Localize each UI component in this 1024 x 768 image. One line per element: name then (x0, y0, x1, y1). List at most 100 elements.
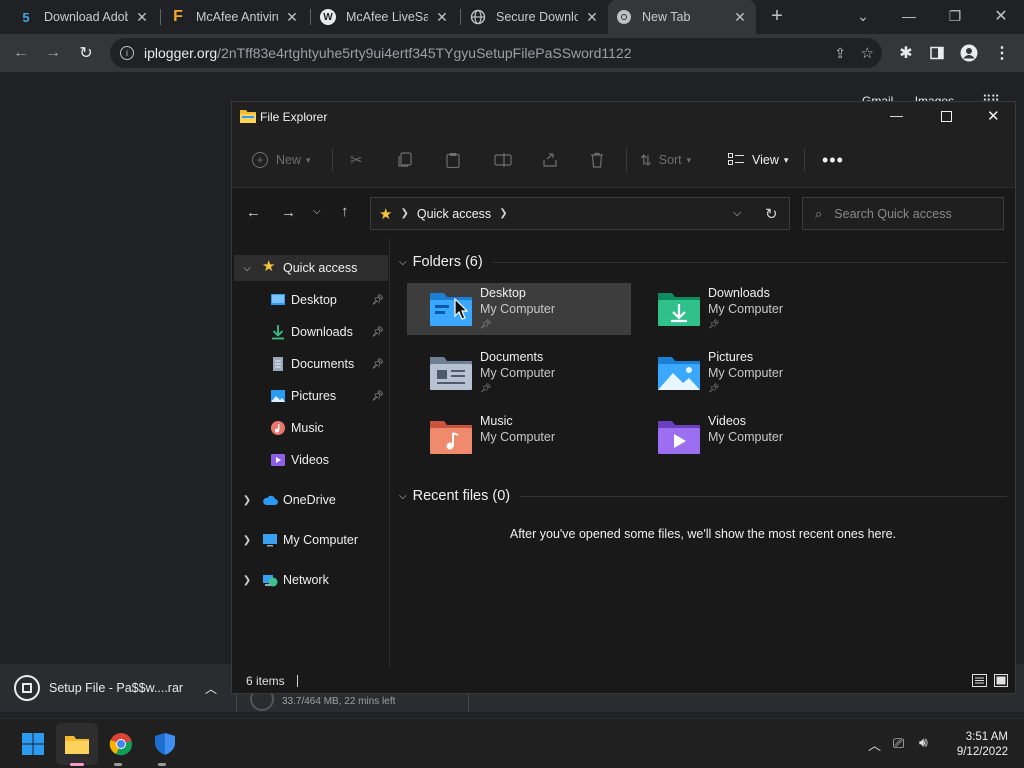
close-icon[interactable]: ✕ (134, 9, 150, 26)
desktop-icon (271, 294, 285, 305)
up-arrow-icon[interactable]: ↑ (341, 203, 349, 220)
download-arrow-icon (272, 325, 284, 340)
windows-security-shield-icon[interactable] (150, 729, 180, 759)
nav-item-quick-access[interactable]: ⌵ ★ Quick access (234, 255, 388, 281)
tab-mcafee-antivirus[interactable]: F McAfee Antiviru ✕ (162, 0, 308, 34)
new-label: New (276, 153, 302, 167)
bookmark-star-icon[interactable]: ☆ (861, 44, 874, 62)
chevron-up-icon[interactable]: ︿ (205, 680, 217, 697)
tab-label: McAfee LiveSafe (346, 10, 428, 24)
maximize-button[interactable] (941, 111, 952, 122)
view-button[interactable]: View ▾ (728, 148, 788, 172)
sort-button[interactable]: ⇅ Sort ▾ (640, 148, 691, 172)
share-icon[interactable] (542, 148, 558, 172)
more-options-icon[interactable]: ••• (822, 148, 844, 172)
search-input[interactable]: ⌕ Search Quick access (802, 197, 1004, 230)
forward-button[interactable]: → (40, 40, 66, 66)
share-icon[interactable]: ⇪ (834, 45, 846, 62)
sort-arrows-icon: ⇅ (640, 151, 652, 168)
folder-tile-videos[interactable]: Videos My Computer (635, 411, 859, 463)
browser-toolbar: ← → ↻ i iplogger.org /2nTff83e4rtghtyuhe… (0, 34, 1024, 72)
show-hidden-icons-chevron-icon[interactable]: ︿ (868, 735, 881, 754)
nav-item-desktop[interactable]: Desktop 📌︎ (234, 287, 388, 313)
chrome-menu-icon[interactable]: ⋮ (989, 40, 1015, 66)
nav-item-downloads[interactable]: Downloads 📌︎ (234, 319, 388, 345)
minimize-button[interactable]: — (890, 108, 903, 123)
tab-new-tab[interactable]: New Tab ✕ (608, 0, 756, 34)
nav-item-my-computer[interactable]: ❯ My Computer (234, 527, 388, 553)
download-item[interactable]: Setup File - Pa$$w....rar ︿ (0, 664, 230, 712)
recent-locations-chevron-icon[interactable]: ⌵ (313, 206, 321, 217)
info-icon[interactable]: i (120, 46, 134, 60)
tiles-view-icon[interactable] (994, 674, 1008, 690)
volume-icon[interactable]: 🔊︎ (919, 734, 928, 751)
recent-files-section-header[interactable]: ⌵ Recent files (0) (399, 486, 1007, 506)
tab-label: Secure Downloa (496, 10, 578, 24)
folder-name: Desktop (480, 286, 526, 300)
close-icon[interactable]: ✕ (284, 9, 300, 26)
folder-name: Videos (708, 414, 746, 428)
folder-tile-pictures[interactable]: Pictures My Computer 📌︎ (635, 347, 859, 399)
nav-item-documents[interactable]: Documents 📌︎ (234, 351, 388, 377)
file-explorer-taskbar-icon[interactable] (62, 729, 92, 759)
folder-tile-documents[interactable]: Documents My Computer 📌︎ (407, 347, 631, 399)
tab-search-chevron-icon[interactable]: ⌄ (840, 0, 886, 32)
section-divider (520, 495, 1007, 497)
details-view-icon[interactable] (972, 674, 987, 690)
network-icon[interactable]: ⎚ (893, 735, 904, 752)
browser-tab-strip: 5 Download Adob ✕ F McAfee Antiviru ✕ W … (0, 0, 1024, 34)
tab-secure-download[interactable]: Secure Downloa ✕ (462, 0, 608, 34)
folder-name: Documents (480, 350, 544, 364)
nav-item-pictures[interactable]: Pictures 📌︎ (234, 383, 388, 409)
tab-mcafee-livesafe[interactable]: W McAfee LiveSafe ✕ (312, 0, 458, 34)
address-bar[interactable]: i iplogger.org /2nTff83e4rtghtyuhe5rty9u… (110, 38, 882, 68)
documents-folder-icon (430, 357, 472, 390)
side-panel-icon[interactable] (924, 40, 950, 66)
reload-button[interactable]: ↻ (73, 40, 99, 66)
minimize-button[interactable]: — (886, 0, 932, 32)
chevron-right-icon[interactable]: ❯ (240, 575, 254, 586)
breadcrumb-quick-access[interactable]: Quick access (417, 207, 491, 221)
folders-section-header[interactable]: ⌵ Folders (6) (399, 252, 1007, 272)
close-icon[interactable]: ✕ (434, 9, 450, 26)
restore-button[interactable]: ❐ (932, 0, 978, 32)
close-window-button[interactable]: ✕ (978, 0, 1024, 32)
close-icon[interactable]: ✕ (732, 9, 748, 26)
folder-location: My Computer (480, 366, 556, 380)
copy-icon[interactable] (398, 148, 412, 172)
chevron-right-icon[interactable]: ❯ (240, 495, 254, 506)
chevron-down-icon: ⌵ (399, 256, 407, 268)
close-window-button[interactable]: ✕ (987, 107, 1000, 125)
back-arrow-icon[interactable]: ← (246, 204, 261, 221)
refresh-icon[interactable]: ↻ (765, 205, 778, 223)
nav-item-onedrive[interactable]: ❯ OneDrive (234, 487, 388, 513)
nav-label: Quick access (283, 261, 358, 275)
chevron-down-icon[interactable]: ⌵ (240, 263, 254, 274)
folder-tile-downloads[interactable]: Downloads My Computer 📌︎ (635, 283, 859, 335)
cut-scissors-icon[interactable]: ✂ (350, 148, 363, 172)
nav-item-videos[interactable]: Videos (234, 447, 388, 473)
chrome-taskbar-icon[interactable] (106, 729, 136, 759)
back-button[interactable]: ← (8, 40, 34, 66)
close-icon[interactable]: ✕ (584, 9, 600, 26)
pin-icon: 📌︎ (480, 319, 492, 329)
new-button[interactable]: + New ▾ (252, 148, 311, 172)
chevron-right-icon[interactable]: ❯ (240, 535, 254, 546)
paste-icon[interactable] (446, 148, 460, 172)
folder-tile-desktop[interactable]: Desktop My Computer 📌︎ (407, 283, 631, 335)
explorer-title-bar[interactable]: File Explorer — ✕ (232, 102, 1015, 132)
explorer-address-bar[interactable]: ★ ❯ Quick access ❯ ⌵ ↻ (370, 197, 790, 230)
extensions-puzzle-icon[interactable]: ✱ (893, 40, 919, 66)
forward-arrow-icon[interactable]: → (281, 204, 296, 221)
delete-trash-icon[interactable] (590, 148, 604, 172)
address-history-chevron-icon[interactable]: ⌵ (733, 207, 741, 220)
windows-start-icon[interactable] (18, 729, 48, 759)
nav-item-music[interactable]: Music (234, 415, 388, 441)
new-tab-button[interactable]: + (754, 0, 800, 32)
nav-item-network[interactable]: ❯ Network (234, 567, 388, 593)
rename-icon[interactable] (494, 148, 512, 172)
folder-tile-music[interactable]: Music My Computer (407, 411, 631, 463)
profile-avatar-icon[interactable] (956, 40, 982, 66)
clock[interactable]: 3:51 AM 9/12/2022 (948, 730, 1008, 760)
tab-download-adobe[interactable]: 5 Download Adob ✕ (10, 0, 158, 34)
